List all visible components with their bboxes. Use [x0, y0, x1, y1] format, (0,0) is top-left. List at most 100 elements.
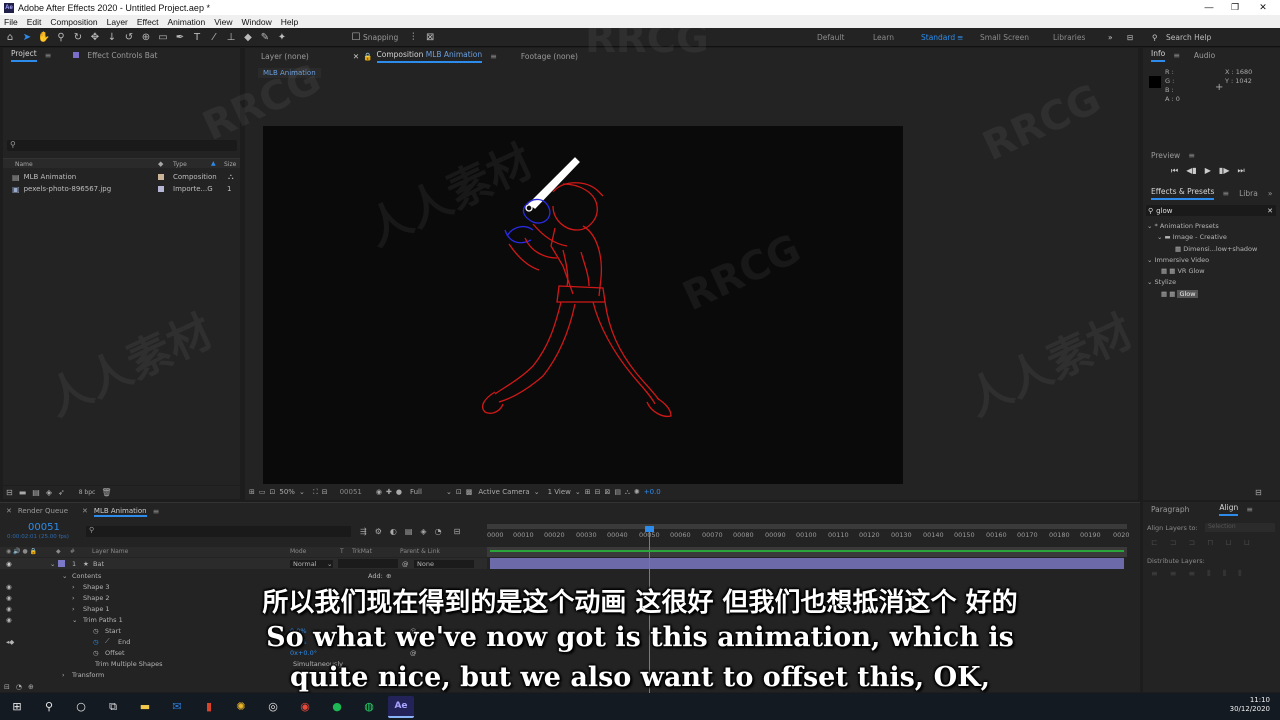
- after-effects-icon[interactable]: Ae: [388, 695, 414, 718]
- workspace-libraries[interactable]: Libraries: [1053, 33, 1085, 42]
- color-icon[interactable]: ●: [396, 488, 402, 496]
- spotify-icon[interactable]: ●: [324, 696, 350, 718]
- snap-options-icon[interactable]: ⫶: [406, 30, 420, 44]
- tree-item[interactable]: ▦ ▦ VR Glow: [1147, 266, 1257, 277]
- column-size[interactable]: Size: [224, 161, 236, 168]
- align-top-icon[interactable]: ⊓: [1207, 538, 1213, 547]
- flowchart-icon[interactable]: ⛬: [228, 172, 234, 182]
- next-frame-icon[interactable]: ▮▶: [1219, 166, 1230, 176]
- column-name[interactable]: Name: [15, 161, 33, 168]
- workspace-small-screen[interactable]: Small Screen: [980, 33, 1029, 42]
- last-frame-icon[interactable]: ⏭: [1237, 166, 1244, 176]
- workspace-toggle-icon[interactable]: ⊟: [1127, 33, 1133, 42]
- menu-effect[interactable]: Effect: [137, 17, 159, 27]
- blender-icon[interactable]: ✺: [228, 696, 254, 718]
- menu-composition[interactable]: Composition: [50, 17, 97, 27]
- tab-libraries[interactable]: Libra: [1239, 189, 1258, 198]
- workspace-menu-icon[interactable]: ≡: [957, 33, 963, 42]
- layer-label-color[interactable]: [58, 560, 65, 567]
- previous-frame-icon[interactable]: ◀▮: [1186, 166, 1197, 176]
- menu-file[interactable]: File: [4, 17, 18, 27]
- trash-icon[interactable]: 🗑: [101, 488, 111, 497]
- row-contents[interactable]: ⌄ Contents Add: ⊕: [0, 570, 487, 581]
- search-help-icon[interactable]: ⚲: [1152, 33, 1158, 42]
- comp-breadcrumb[interactable]: MLB Animation: [258, 68, 321, 78]
- distribute-bottom-icon[interactable]: ≡: [1188, 569, 1195, 579]
- type-tool-icon[interactable]: T: [190, 30, 204, 44]
- trkmat-select[interactable]: [338, 559, 398, 568]
- timeline-search-input[interactable]: ⚲: [86, 526, 351, 537]
- pan-tool-icon[interactable]: ✥: [88, 30, 102, 44]
- effects-menu-icon[interactable]: ≡: [1222, 189, 1229, 198]
- zoom-select[interactable]: 50%: [279, 488, 295, 496]
- timeline-icon[interactable]: ▤: [614, 488, 621, 496]
- close-tab-icon[interactable]: ✕: [82, 507, 88, 517]
- graph-icon[interactable]: ⊟: [454, 527, 461, 536]
- rectangle-tool-icon[interactable]: ▭: [156, 30, 170, 44]
- tab-footage[interactable]: Footage (none): [521, 52, 578, 61]
- workspace-learn[interactable]: Learn: [873, 33, 894, 42]
- fast-preview-icon[interactable]: ⊠: [604, 488, 610, 496]
- toggle-pixel-icon[interactable]: ⊞: [585, 488, 591, 496]
- time-ruler-track[interactable]: [487, 547, 1127, 557]
- clear-search-icon[interactable]: ✕: [1267, 207, 1273, 215]
- obs-icon[interactable]: ◎: [260, 696, 286, 718]
- distribute-right-icon[interactable]: ⦀: [1238, 569, 1242, 579]
- close-button[interactable]: ✕: [1250, 0, 1276, 15]
- brush-tool-icon[interactable]: ⁄: [207, 30, 221, 44]
- layer-row-bat[interactable]: ◉ ⌄ 1 ★ Bat Normal ⌄ @ None: [0, 558, 487, 569]
- interpret-footage-icon[interactable]: ⊟: [6, 488, 13, 497]
- exposure-value[interactable]: +0.0: [644, 488, 661, 496]
- distribute-vcenter-icon[interactable]: ≡: [1170, 569, 1177, 579]
- exposure-icon[interactable]: ✺: [634, 488, 640, 496]
- minimize-button[interactable]: —: [1196, 0, 1222, 15]
- more-panels-icon[interactable]: »: [1268, 189, 1273, 198]
- align-right-icon[interactable]: ⊐: [1188, 538, 1195, 547]
- tree-item[interactable]: ⌄ ▬ Image - Creative: [1147, 232, 1257, 243]
- layer-duration-bar[interactable]: [490, 558, 1124, 569]
- home-icon[interactable]: ⌂: [3, 30, 17, 44]
- roto-brush-tool-icon[interactable]: ✎: [258, 30, 272, 44]
- column-trkmat[interactable]: TrkMat: [352, 548, 372, 555]
- eraser-tool-icon[interactable]: ◆: [241, 30, 255, 44]
- clone-stamp-tool-icon[interactable]: ⊥: [224, 30, 238, 44]
- close-tab-icon[interactable]: ✕: [6, 507, 12, 517]
- project-settings-icon[interactable]: ◈: [46, 488, 52, 497]
- project-item-image[interactable]: ▣ pexels-photo-896567.jpg Importe...G 1: [3, 183, 240, 195]
- search-help-input[interactable]: Search Help: [1166, 33, 1211, 42]
- column-layer-name[interactable]: Layer Name: [92, 548, 128, 555]
- chrome-icon[interactable]: ◉: [292, 696, 318, 718]
- search-icon[interactable]: ⚲: [36, 696, 62, 718]
- tab-align[interactable]: Align: [1219, 503, 1239, 516]
- file-explorer-icon[interactable]: ▬: [132, 696, 158, 718]
- grid-icon[interactable]: ⊡: [270, 488, 276, 496]
- eye-icon[interactable]: ◉: [6, 560, 12, 568]
- tab-effects-presets[interactable]: Effects & Presets: [1151, 187, 1215, 200]
- expand-chevron-icon[interactable]: ⌄: [50, 560, 55, 568]
- align-bottom-icon[interactable]: ⊔: [1244, 538, 1250, 547]
- tree-item[interactable]: ⌄ * Animation Presets: [1147, 221, 1257, 232]
- menu-window[interactable]: Window: [242, 17, 272, 27]
- safe-margins-icon[interactable]: ⊟: [322, 488, 328, 496]
- views-select[interactable]: 1 View: [548, 488, 571, 496]
- frame-blending-icon[interactable]: ▤: [405, 527, 413, 536]
- menu-layer[interactable]: Layer: [107, 17, 128, 27]
- crop-icon[interactable]: ⛶: [313, 488, 318, 497]
- tab-audio[interactable]: Audio: [1194, 51, 1215, 60]
- tab-paragraph[interactable]: Paragraph: [1151, 505, 1189, 514]
- graph-editor-icon[interactable]: ◔: [435, 527, 442, 536]
- bpc-label[interactable]: 8 bpc: [79, 489, 96, 496]
- tree-item[interactable]: ⌄ Stylize: [1147, 277, 1257, 288]
- mail-icon[interactable]: ✉: [164, 696, 190, 718]
- add-label[interactable]: Add:: [368, 572, 383, 580]
- menu-help[interactable]: Help: [281, 17, 298, 27]
- tree-item-glow[interactable]: ▦ ▦ Glow: [1147, 289, 1257, 300]
- arrow-icon[interactable]: ➶: [58, 488, 65, 497]
- monitor-icon[interactable]: ▭: [259, 488, 266, 496]
- whatsapp-icon[interactable]: ◍: [356, 696, 382, 718]
- roi-icon[interactable]: ⊡: [456, 488, 462, 496]
- shy-icon[interactable]: ◐: [390, 527, 397, 536]
- more-workspaces-icon[interactable]: »: [1108, 33, 1113, 42]
- tab-mlb-animation[interactable]: MLB Animation: [93, 507, 147, 517]
- align-hcenter-icon[interactable]: ⊐: [1170, 538, 1177, 547]
